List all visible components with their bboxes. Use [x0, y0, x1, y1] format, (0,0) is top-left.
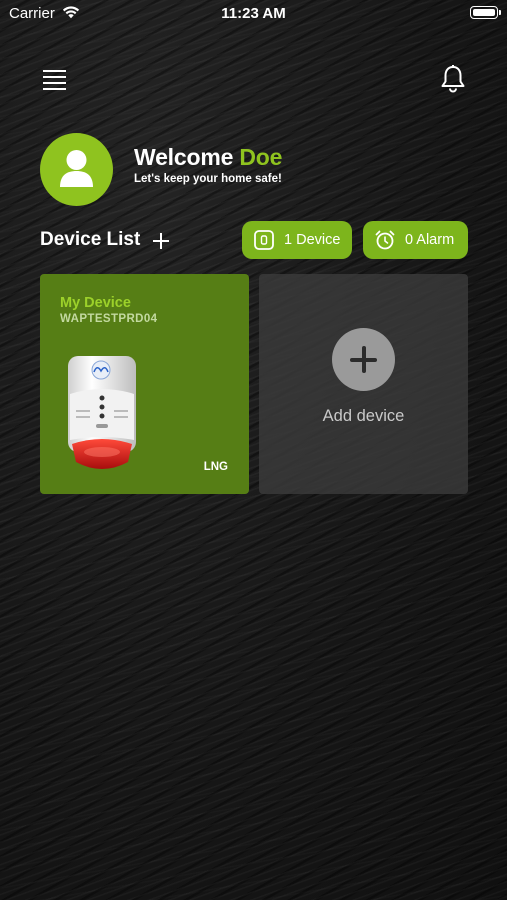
device-name: My Device — [60, 295, 131, 311]
alarm-count-label: 0 Alarm — [405, 232, 455, 248]
device-count-label: 1 Device — [284, 232, 341, 248]
add-device-card[interactable]: Add device — [259, 274, 468, 494]
device-gas-type: LNG — [203, 461, 228, 473]
clock-time: 11:23 AM — [221, 5, 286, 22]
add-device-label: Add device — [322, 407, 405, 425]
battery-icon — [470, 6, 501, 19]
device-count-button[interactable]: 1 Device — [242, 221, 352, 259]
alarm-count-button[interactable]: 0 Alarm — [363, 221, 468, 259]
status-bar: Carrier 11:23 AM — [0, 0, 507, 28]
notifications-button[interactable] — [439, 64, 467, 94]
add-circle-icon — [332, 328, 395, 391]
device-icon — [254, 230, 274, 250]
menu-button[interactable] — [41, 66, 69, 92]
user-avatar-icon — [60, 150, 93, 187]
welcome-tagline: Let's keep your home safe! — [134, 173, 282, 185]
bell-icon — [441, 65, 465, 93]
welcome-heading: Welcome Doe — [134, 144, 282, 171]
user-name: Doe — [239, 144, 283, 170]
hamburger-menu-icon — [43, 70, 66, 90]
welcome-prefix: Welcome — [134, 144, 234, 170]
plus-icon — [153, 233, 169, 249]
device-list-title: Device List — [40, 229, 141, 250]
add-device-header-button[interactable] — [151, 231, 171, 251]
device-serial: WAPTESTPRD04 — [60, 313, 158, 325]
device-card[interactable]: My Device WAPTESTPRD04 LNG — [40, 274, 249, 494]
avatar[interactable] — [40, 133, 113, 206]
gas-detector-image — [68, 356, 136, 469]
alarm-clock-icon — [375, 230, 395, 250]
